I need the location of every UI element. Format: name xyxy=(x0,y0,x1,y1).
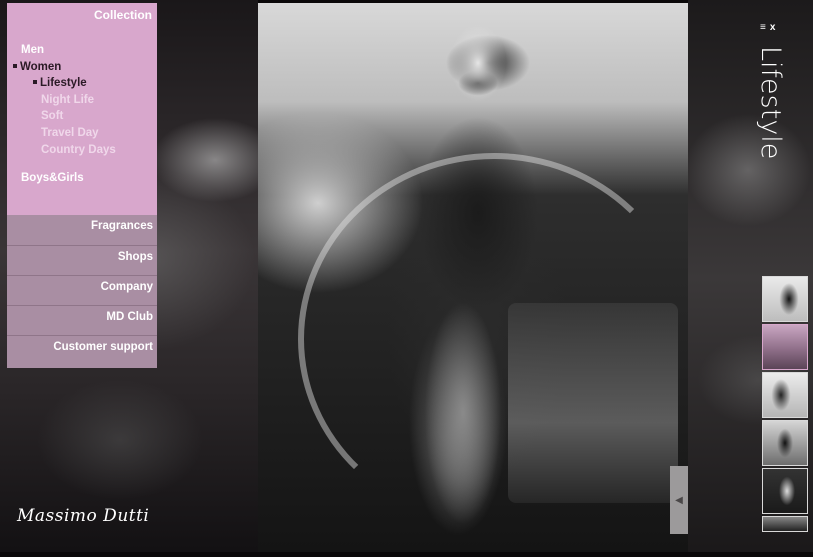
thumbnail-active[interactable] xyxy=(762,324,808,370)
thumbnail[interactable] xyxy=(762,420,808,466)
nav-item-label: Men xyxy=(21,44,44,56)
nav-item-men[interactable]: Men xyxy=(21,44,44,56)
menu-item-md-club[interactable]: MD Club xyxy=(7,305,157,335)
arrow-left-icon: ◀ xyxy=(675,494,683,506)
thumbnail-strip xyxy=(762,276,808,534)
prev-arrow-button[interactable]: ◀ xyxy=(670,466,688,534)
nav-item-night-life[interactable]: Night Life xyxy=(41,94,94,106)
section-title: Lifestyle xyxy=(755,46,786,160)
nav-item-label: Travel Day xyxy=(41,127,99,139)
menu-item-company[interactable]: Company xyxy=(7,275,157,305)
list-icon[interactable]: ≡ xyxy=(760,22,766,33)
thumbnail[interactable] xyxy=(762,372,808,418)
menu-item-customer-support[interactable]: Customer support xyxy=(7,335,157,365)
secondary-menu: Fragrances Shops Company MD Club Custome… xyxy=(7,215,157,368)
panel-controls: ≡ x xyxy=(760,22,779,33)
nav-item-label: Women xyxy=(20,61,62,73)
thumbnail[interactable] xyxy=(762,516,808,532)
nav-item-label: Lifestyle xyxy=(40,77,87,89)
close-icon[interactable]: x xyxy=(770,22,776,33)
nav-item-label: Night Life xyxy=(41,94,95,106)
main-photo: ◀ xyxy=(258,3,688,552)
nav-item-lifestyle[interactable]: Lifestyle xyxy=(33,77,87,89)
section-title-wrap: Lifestyle xyxy=(755,46,786,160)
car-door xyxy=(508,303,678,503)
nav-item-travel-day[interactable]: Travel Day xyxy=(41,127,99,139)
menu-item-fragrances[interactable]: Fragrances xyxy=(7,215,157,245)
nav-item-label: Boys&Girls xyxy=(21,172,84,184)
thumbnail[interactable] xyxy=(762,276,808,322)
collection-menu: Collection Men Women Lifestyle Night Lif… xyxy=(7,3,157,215)
nav-item-country-days[interactable]: Country Days xyxy=(41,144,116,156)
nav-item-label: Soft xyxy=(41,110,64,122)
brand-logo[interactable]: Massimo Dutti xyxy=(17,506,149,526)
bullet-icon xyxy=(33,79,37,84)
nav-item-boys-girls[interactable]: Boys&Girls xyxy=(21,172,84,184)
frame-bottom xyxy=(0,552,813,557)
bullet-icon xyxy=(13,63,17,68)
app-stage: ◀ Collection Men Women Lifestyle Night L… xyxy=(0,0,813,557)
nav-item-label: Country Days xyxy=(41,144,116,156)
menu-item-shops[interactable]: Shops xyxy=(7,245,157,275)
nav-item-soft[interactable]: Soft xyxy=(41,110,63,122)
nav-item-women[interactable]: Women xyxy=(13,61,61,73)
thumbnail[interactable] xyxy=(762,468,808,514)
collection-heading[interactable]: Collection xyxy=(94,8,152,22)
